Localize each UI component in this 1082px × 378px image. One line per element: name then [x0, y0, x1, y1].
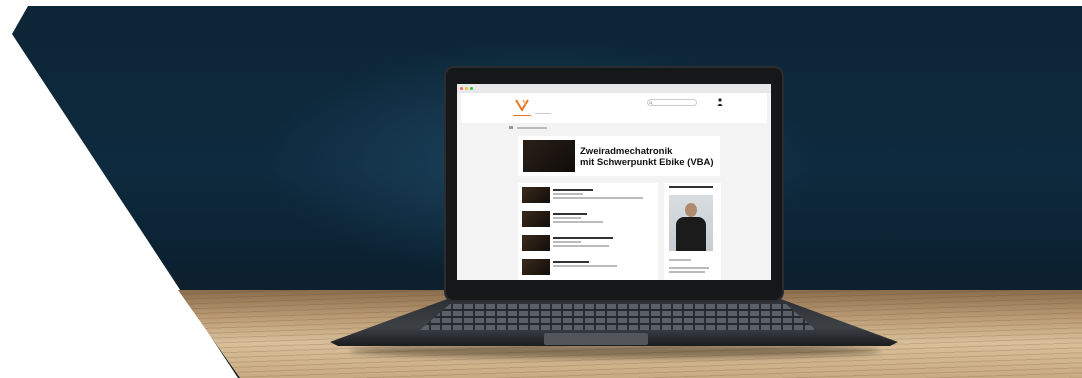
trainer-panel [664, 183, 721, 280]
module-thumbnail [522, 235, 550, 251]
module-title [553, 189, 593, 191]
module-title [553, 237, 613, 239]
user-icon[interactable] [717, 98, 723, 106]
minimize-dot-icon [465, 87, 468, 90]
close-dot-icon [460, 87, 463, 90]
trainer-bio-line [669, 271, 705, 273]
module-item[interactable] [522, 259, 654, 277]
tab-secondary[interactable] [535, 111, 551, 115]
browser-topbar [457, 84, 771, 93]
module-meta [553, 217, 581, 219]
scene: Zweiradmechatronik mit Schwerpunkt Ebike… [0, 0, 1082, 378]
trainer-head [685, 203, 697, 217]
site-header [461, 93, 767, 123]
trackpad [544, 333, 648, 345]
trainer-bio-line [669, 267, 709, 269]
module-meta [553, 241, 581, 243]
module-title [553, 213, 587, 215]
module-thumbnail [522, 211, 550, 227]
course-hero: Zweiradmechatronik mit Schwerpunkt Ebike… [518, 136, 720, 176]
module-description [553, 245, 609, 247]
module-thumbnail [522, 259, 550, 275]
trainer-photo [669, 195, 713, 251]
course-title: Zweiradmechatronik mit Schwerpunkt Ebike… [580, 146, 714, 168]
tab-active[interactable] [513, 111, 531, 116]
module-item[interactable] [522, 187, 654, 205]
module-item[interactable] [522, 211, 654, 229]
module-item[interactable] [522, 235, 654, 253]
orange-v-logo-icon[interactable] [515, 99, 533, 111]
breadcrumb [509, 126, 547, 130]
laptop-screen: Zweiradmechatronik mit Schwerpunkt Ebike… [457, 84, 771, 280]
trainer-name [669, 259, 691, 261]
module-list [518, 183, 658, 280]
laptop-shadow [350, 344, 880, 358]
module-meta [553, 265, 617, 267]
trainer-panel-title [669, 186, 713, 188]
search-icon [649, 101, 653, 105]
keyboard-rows [420, 304, 816, 330]
course-title-line2: mit Schwerpunkt Ebike (VBA) [580, 157, 714, 168]
course-hero-thumbnail [523, 140, 575, 172]
trainer-body [676, 217, 706, 251]
module-meta [553, 193, 583, 195]
maximize-dot-icon [470, 87, 473, 90]
module-thumbnail [522, 187, 550, 203]
module-title [553, 261, 589, 263]
module-description [553, 221, 603, 223]
module-description [553, 197, 643, 199]
search-input[interactable] [647, 99, 697, 106]
course-title-line1: Zweiradmechatronik [580, 146, 673, 157]
